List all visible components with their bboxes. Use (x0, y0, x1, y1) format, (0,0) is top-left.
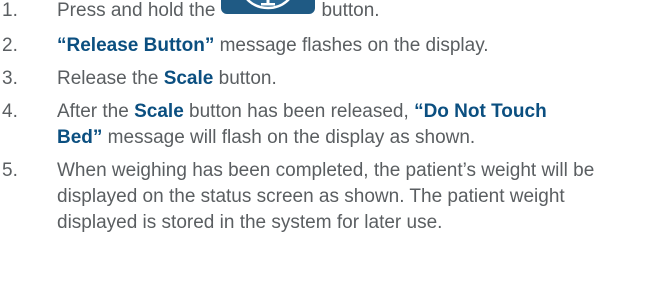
step-number: 4. (2, 101, 18, 122)
scale-label: Scale (163, 68, 214, 89)
release-button-message: Release Button (66, 35, 205, 56)
instruction-steps: 1. Press and hold the button. 2. “Release… (0, 0, 654, 236)
step-number: 3. (2, 68, 18, 89)
step-4: 4. After the Scale button has been relea… (0, 99, 654, 151)
step-text: Press and hold the button. (57, 0, 654, 24)
step-text: “Release Button” message flashes on the … (57, 35, 489, 56)
scale-button-icon (221, 0, 316, 14)
step-number: 1. (2, 0, 18, 21)
step-number: 5. (2, 160, 18, 181)
step-5: 5. When weighing has been completed, the… (0, 158, 654, 236)
step-text: Release the Scale button. (57, 68, 277, 89)
step-2: 2. “Release Button” message flashes on t… (0, 33, 654, 59)
step-text: When weighing has been completed, the pa… (57, 160, 595, 233)
step-number: 2. (2, 35, 18, 56)
step-1: 1. Press and hold the button. (0, 0, 654, 24)
step-3: 3. Release the Scale button. (0, 66, 654, 92)
scale-label: Scale (134, 101, 184, 122)
step-text: After the Scale button has been released… (57, 101, 547, 148)
